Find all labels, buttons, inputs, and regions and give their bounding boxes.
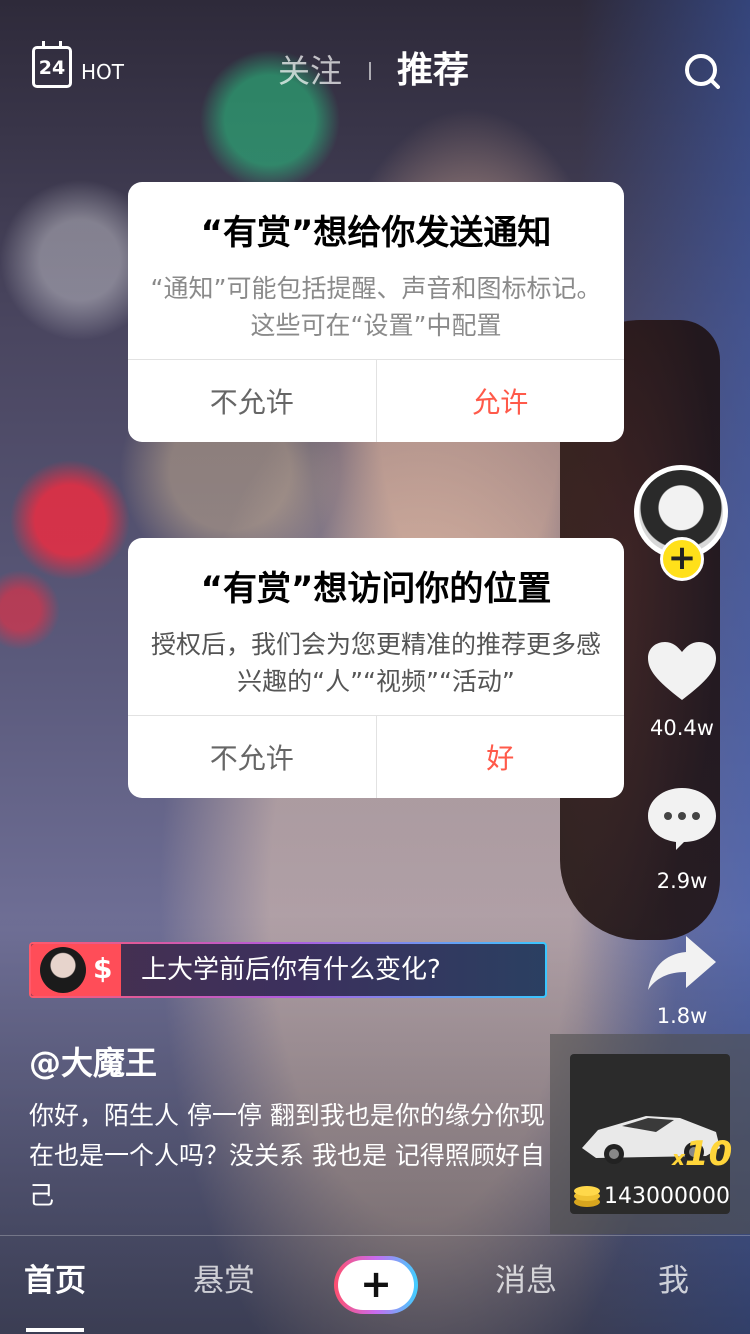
follow-plus-button[interactable]: + <box>660 537 704 581</box>
plus-icon: + <box>338 1260 414 1310</box>
dialog-message: 授权后，我们会为您更精准的推荐更多感兴趣的“人”“视频”“活动” <box>150 630 601 696</box>
like-count: 40.4w <box>650 716 714 740</box>
calendar-day: 24 <box>38 57 66 79</box>
coin-icon <box>574 1186 600 1207</box>
comment-count: 2.9w <box>656 869 708 893</box>
create-button[interactable]: + <box>334 1256 418 1314</box>
tab-divider <box>369 62 371 80</box>
dialog-title: “有赏”想访问你的位置 <box>200 569 552 609</box>
tab-recommend[interactable]: 推荐 <box>397 50 469 92</box>
dialog-title: “有赏”想给你发送通知 <box>200 213 552 253</box>
location-permission-dialog: “有赏”想访问你的位置 授权后，我们会为您更精准的推荐更多感兴趣的“人”“视频”… <box>128 538 624 798</box>
username[interactable]: @大魔王 <box>29 1043 157 1083</box>
banner-question: 上大学前后你有什么变化? <box>141 955 441 985</box>
search-icon[interactable] <box>684 53 720 89</box>
banner-avatar <box>40 947 86 993</box>
deny-button[interactable]: 不允许 <box>128 716 377 798</box>
allow-button[interactable]: 允许 <box>377 360 625 442</box>
share-count: 1.8w <box>656 1004 708 1028</box>
heart-icon[interactable] <box>646 640 718 704</box>
bottom-nav: 首页 悬赏 + 消息 我 <box>0 1235 750 1334</box>
calendar-icon[interactable]: 24 <box>32 41 72 88</box>
nav-me[interactable]: 我 <box>658 1260 689 1302</box>
nav-messages[interactable]: 消息 <box>495 1260 557 1302</box>
nav-home[interactable]: 首页 <box>24 1260 86 1302</box>
deny-button[interactable]: 不允许 <box>128 360 377 442</box>
dialog-message: “通知”可能包括提醒、声音和图标标记。这些可在“设置”中配置 <box>150 274 602 340</box>
dialog-buttons: 不允许 好 <box>128 715 624 798</box>
post-description: 你好，陌生人 停一停 翻到我也是你的缘分你现在也是一个人吗？没关系 我也是 记得… <box>29 1101 545 1210</box>
gift-multiplier: x10 <box>672 1134 733 1174</box>
comment-icon[interactable] <box>646 786 718 850</box>
ok-button[interactable]: 好 <box>377 716 625 798</box>
tab-follow[interactable]: 关注 <box>278 50 342 92</box>
notification-permission-dialog: “有赏”想给你发送通知 “通知”可能包括提醒、声音和图标标记。这些可在“设置”中… <box>128 182 624 442</box>
nav-active-indicator <box>26 1328 84 1332</box>
nav-reward[interactable]: 悬赏 <box>193 1260 255 1302</box>
coin-count: 143000000 <box>604 1184 730 1209</box>
share-icon[interactable] <box>646 932 718 996</box>
dialog-buttons: 不允许 允许 <box>128 359 624 442</box>
dollar-icon: $ <box>93 952 113 985</box>
question-banner[interactable]: $ 上大学前后你有什么变化? <box>29 942 547 998</box>
hot-label[interactable]: HOT <box>81 60 124 84</box>
